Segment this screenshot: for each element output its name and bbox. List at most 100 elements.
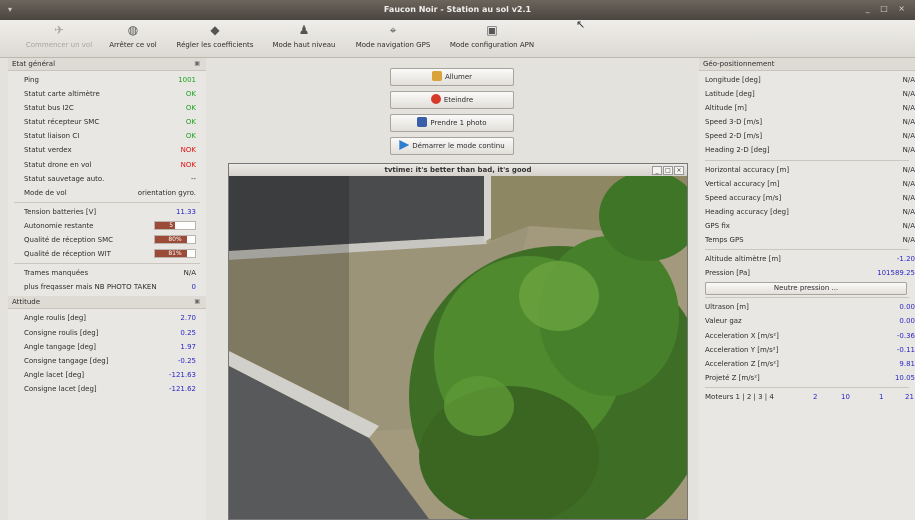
motors-label: Moteurs 1 | 2 | 3 | 4 <box>705 392 774 401</box>
window-title: Faucon Noir - Station au sol v2.1 <box>383 5 532 14</box>
status-row: Statut sauvetage auto. -- <box>24 174 196 183</box>
power-on-button[interactable]: Allumer <box>390 68 514 86</box>
left-panel: Etat général ▣ Ping 1001 Statut carte alt… <box>8 58 206 520</box>
gps-icon: ⌖ <box>389 23 397 37</box>
geo-row: Heading 2-D [deg] N/A <box>705 146 915 155</box>
plane-icon: ✈ <box>53 23 65 37</box>
geo-row: Longitude [deg] N/A <box>705 76 915 84</box>
video-title: tvtime: it's better than bad, it's good <box>384 166 532 174</box>
power-off-button[interactable]: Eteindre <box>390 91 514 109</box>
continuous-mode-button[interactable]: Démarrer le mode continu <box>390 137 514 155</box>
status-row: Mode de vol orientation gyro. <box>24 188 196 197</box>
geo-row: Latitude [deg] N/A <box>705 90 915 99</box>
video-close-icon[interactable]: × <box>674 166 684 175</box>
geo-row: Horizontal accuracy [m] N/A <box>705 165 915 174</box>
graduation-cap-icon: ◆ <box>210 23 220 37</box>
right-panel: Géo-positionnement Longitude [deg] N/A La… <box>699 58 915 520</box>
sensor-row: Projeté Z [m/s²] 10.05 <box>705 373 915 382</box>
smc-quality-row: Qualité de réception SMC 80% <box>8 233 206 247</box>
altimeter-row: Altitude altimètre [m] -1.20 <box>705 255 915 264</box>
motor-1-value: 2 <box>813 392 818 401</box>
photo-icon <box>417 117 428 127</box>
video-title-bar[interactable]: tvtime: it's better than bad, it's good … <box>229 164 687 176</box>
geo-row: Speed accuracy [m/s] N/A <box>705 193 915 202</box>
status-row: Statut verdex NOK <box>24 146 196 155</box>
wit-quality-bar: 81% <box>154 249 196 259</box>
video-window-controls: _ □ × <box>651 165 684 177</box>
geo-row: Speed 2-D [m/s] N/A <box>705 132 915 141</box>
dock-icon[interactable]: ▣ <box>194 298 200 305</box>
pressure-row: Pression [Pa] 101589.25 <box>705 269 915 278</box>
attitude-row: Consigne tangage [deg] -0.25 <box>24 356 196 365</box>
attitude-row: Angle lacet [deg] -121.63 <box>24 370 196 379</box>
joystick-icon: ♟ <box>298 23 310 37</box>
general-status-header[interactable]: Etat général ▣ <box>8 58 206 71</box>
geo-row: GPS fix N/A <box>705 221 915 230</box>
geo-row: Temps GPS N/A <box>705 236 915 245</box>
high-level-mode-button[interactable]: ♟ Mode haut niveau <box>266 23 342 55</box>
close-icon[interactable]: × <box>898 4 909 13</box>
geo-row: Vertical accuracy [m] N/A <box>705 179 915 188</box>
attitude-row: Angle roulis [deg] 2.70 <box>24 314 196 323</box>
geo-row: Altitude [m] N/A <box>705 104 915 113</box>
missed-frames-row: Trames manquées N/A <box>24 269 196 278</box>
minimize-icon[interactable]: _ <box>866 4 874 13</box>
video-window[interactable]: tvtime: it's better than bad, it's good … <box>228 163 688 520</box>
motor-3-value: 1 <box>879 392 884 401</box>
dock-icon[interactable]: ▣ <box>194 60 200 67</box>
title-bar: ▾ Faucon Noir - Station au sol v2.1 _ □ … <box>0 0 915 20</box>
motors-row: Moteurs 1 | 2 | 3 | 4 2 10 1 21 <box>699 390 915 404</box>
geo-section: Longitude [deg] N/A Latitude [deg] N/A Alt… <box>699 71 915 404</box>
status-row: Statut liaison CI OK <box>24 132 196 141</box>
sensor-row: Acceleration Z [m/s²] 9.81 <box>705 359 915 368</box>
globe-icon: ◍ <box>127 23 139 37</box>
key-icon <box>431 71 442 81</box>
video-minimize-icon[interactable]: _ <box>652 166 662 175</box>
attitude-row: Angle tangage [deg] 1.97 <box>24 342 196 351</box>
divider <box>14 201 200 203</box>
divider <box>705 249 909 251</box>
motor-2-value: 10 <box>841 392 850 401</box>
status-row: Statut bus I2C OK <box>24 104 196 113</box>
sensor-row: Acceleration Y [m/s²] -0.11 <box>705 345 915 354</box>
start-flight-button[interactable]: ✈ Commencer un vol <box>22 23 96 55</box>
divider <box>14 263 200 265</box>
camera-config-icon: ▣ <box>486 23 498 37</box>
divider <box>705 386 909 388</box>
coefficients-button[interactable]: ◆ Régler les coefficients <box>170 23 260 55</box>
geo-header[interactable]: Géo-positionnement <box>699 58 915 71</box>
gps-navigation-mode-button[interactable]: ⌖ Mode navigation GPS <box>348 23 438 55</box>
smc-quality-bar: 80% <box>154 235 196 245</box>
divider <box>705 297 909 299</box>
battery-row: Tension batteries [V] 11.33 <box>24 207 196 216</box>
attitude-row: Consigne roulis [deg] 0.25 <box>24 328 196 337</box>
attitude-section: Angle roulis [deg] 2.70 Consigne roulis [… <box>8 309 206 396</box>
sensor-row: Acceleration X [m/s²] -0.36 <box>705 331 915 340</box>
geo-row: Heading accuracy [deg] N/A <box>705 207 915 216</box>
autonomy-row: Autonomie restante 5 % <box>8 219 206 233</box>
video-maximize-icon[interactable]: □ <box>663 166 673 175</box>
apn-config-mode-button[interactable]: ▣ Mode configuration APN <box>444 23 540 55</box>
neutral-pressure-button[interactable]: Neutre pression ... <box>705 282 907 296</box>
stop-flight-button[interactable]: ◍ Arrêter ce vol <box>104 23 162 55</box>
camera-feed-image <box>229 176 687 519</box>
attitude-row: Consigne lacet [deg] -121.62 <box>24 384 196 393</box>
divider <box>705 159 909 161</box>
power-icon <box>430 94 441 104</box>
status-row: Ping 1001 <box>24 76 196 84</box>
wit-quality-row: Qualité de réception WIT 81% <box>8 247 206 261</box>
photo-taken-row: plus freqasser mais NB PHOTO TAKEN 0 <box>24 283 196 292</box>
window-controls: _ □ × <box>866 4 909 13</box>
general-status-section: Ping 1001 Statut carte altimètre OK Statut… <box>8 71 206 294</box>
toolbar: ✈ Commencer un vol ◍ Arrêter ce vol ◆ Ré… <box>0 18 915 58</box>
take-photo-button[interactable]: Prendre 1 photo <box>390 114 514 132</box>
motor-4-value: 21 <box>905 392 914 401</box>
autonomy-bar: 5 % <box>154 220 196 230</box>
maximize-icon[interactable]: □ <box>880 4 892 13</box>
status-row: Statut carte altimètre OK <box>24 90 196 99</box>
attitude-header[interactable]: Attitude ▣ <box>8 296 206 310</box>
sensor-row: Valeur gaz 0.00 <box>705 317 915 326</box>
play-icon <box>399 140 410 150</box>
sensor-row: Ultrason [m] 0.00 <box>705 303 915 312</box>
mouse-cursor-icon: ↖ <box>576 18 586 31</box>
